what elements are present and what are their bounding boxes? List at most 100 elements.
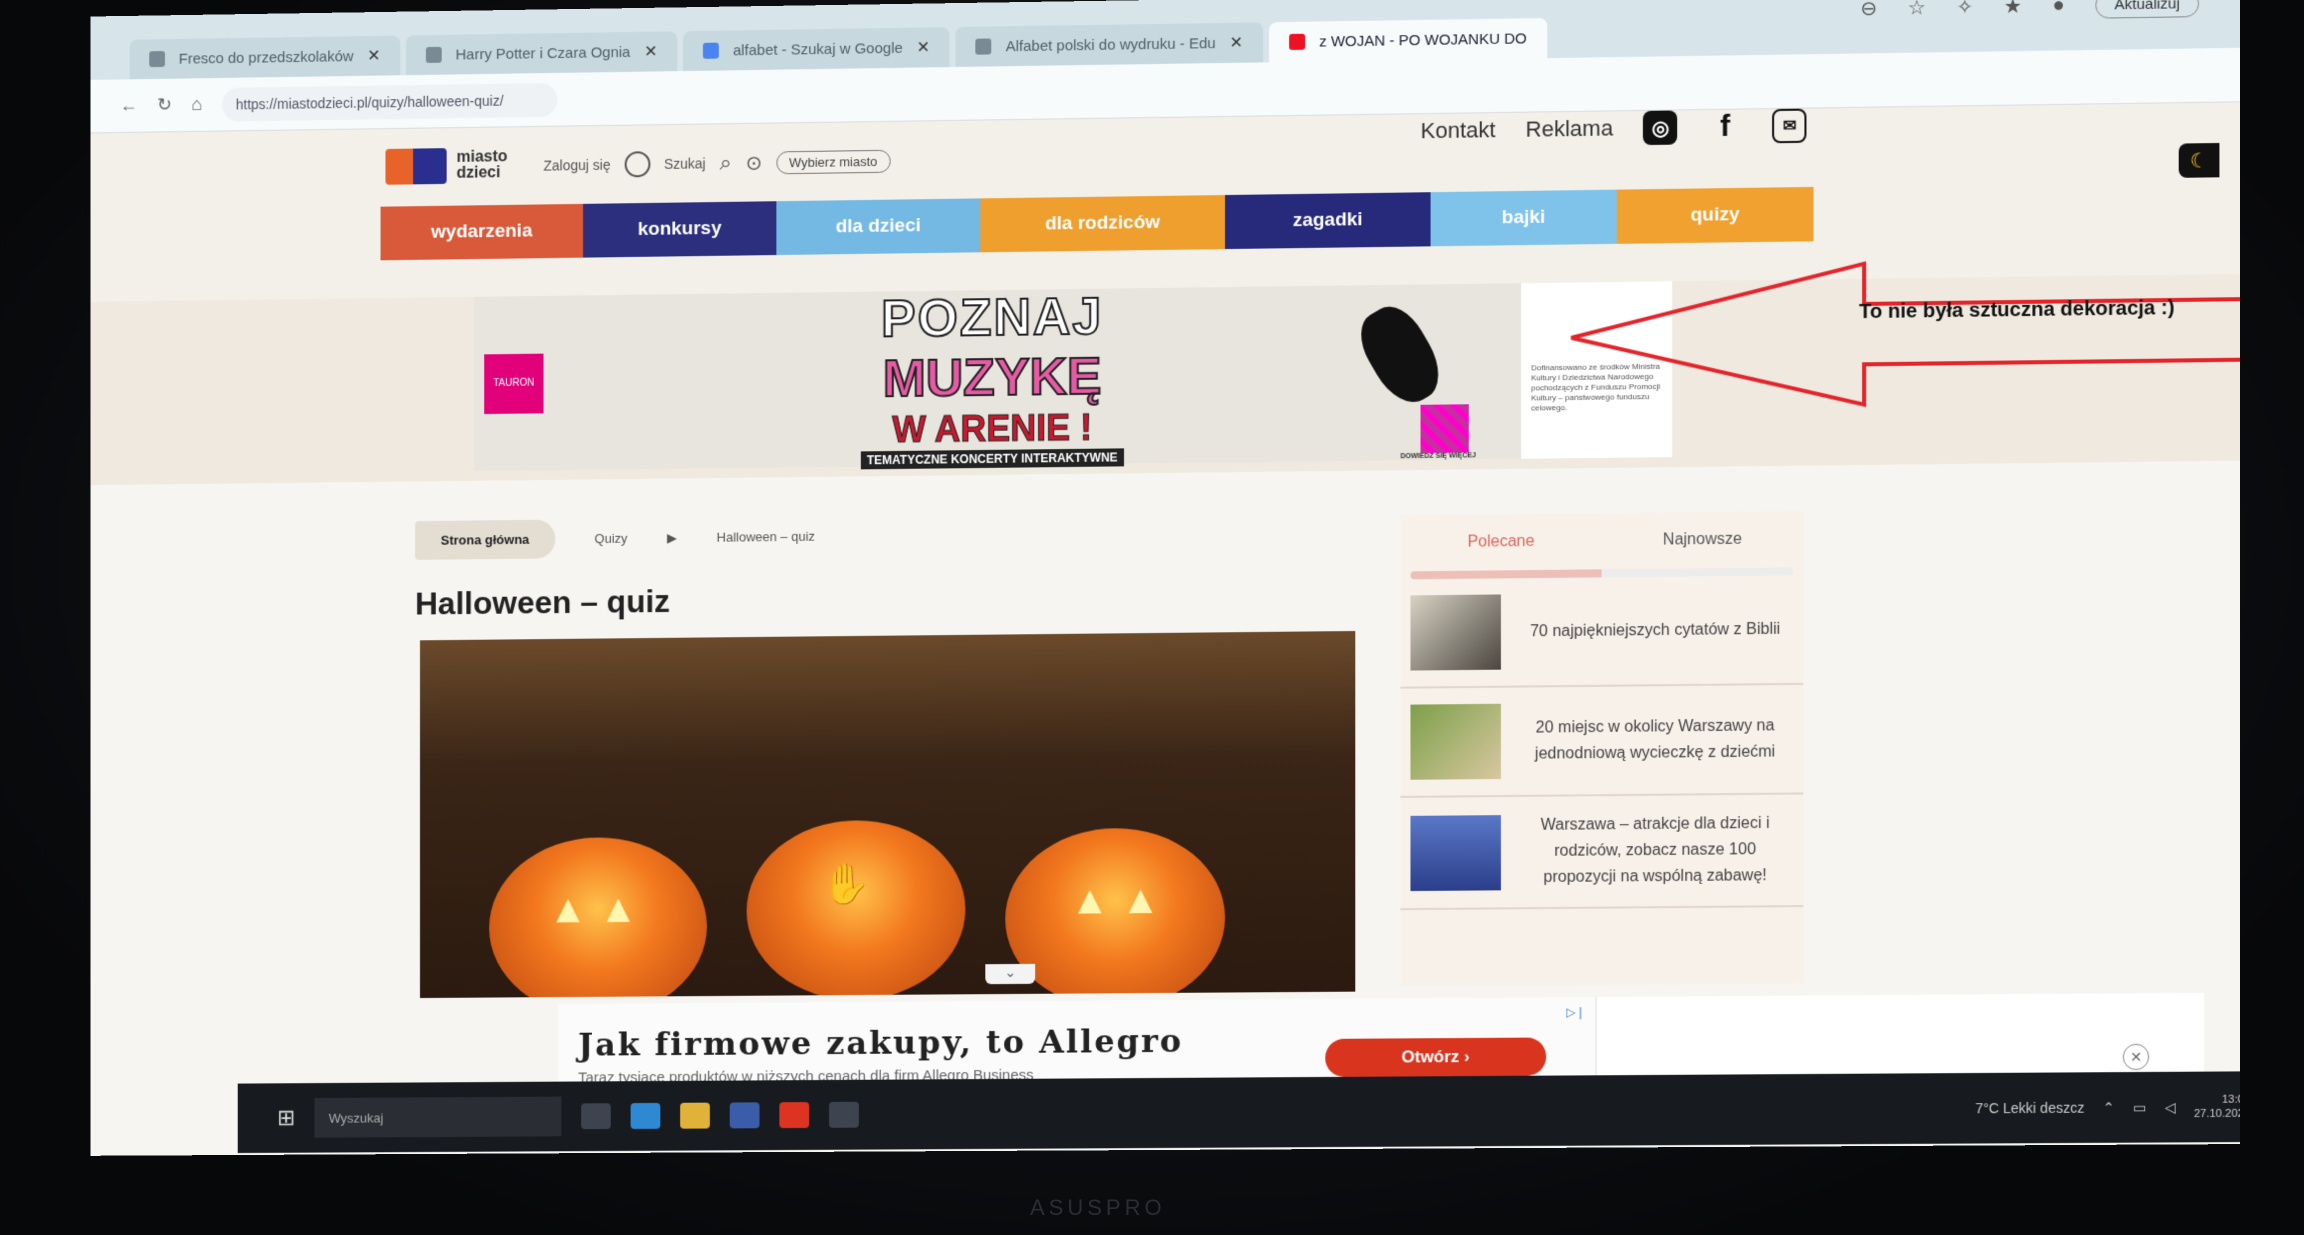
location-pin-icon[interactable]: ⊙ [746,150,763,175]
favorites-icon[interactable]: ★ [2004,0,2022,19]
laptop-brand: ASUSPRO [1030,1195,1166,1221]
pumpkin-image: ▲ ▲ [489,837,707,998]
close-tab-icon[interactable]: ✕ [917,37,930,57]
newsletter-icon[interactable]: ✉ [1773,109,1807,144]
breadcrumb-home[interactable]: Strona główna [415,520,555,560]
laptop-screen: Fresco do przedszkolaków ✕ Harry Potter i… [90,0,2239,1156]
user-icon[interactable] [624,151,650,177]
banner-headline: POZNAJ MUZYKĘ W ARENIE ! TEMATYCZNE KONC… [861,286,1124,469]
banner-line-2: MUZYKĘ [861,346,1124,409]
browser-tab-active[interactable]: z WOJAN - PO WOJANKU DO [1269,18,1547,62]
bookmark-star-icon[interactable]: ☆ [1908,0,1926,21]
update-button[interactable]: Aktualizuj [2095,0,2199,19]
tab-recommended[interactable]: Polecane [1400,532,1601,552]
weather-widget[interactable]: 7°C Lekki deszcz [1975,1100,2084,1117]
choose-city-button[interactable]: Wybierz miasto [776,149,890,174]
tab-newest[interactable]: Najnowsze [1602,530,1804,550]
sidebar-article[interactable]: Warszawa – atrakcje dla dzieci i rodzicó… [1400,794,1803,910]
clock-date: 27.10.2025 [2194,1107,2240,1121]
close-tab-icon[interactable]: ✕ [367,46,380,66]
login-link[interactable]: Zaloguj się [543,157,610,174]
banner-line-3: W ARENIE ! [861,406,1124,451]
sidebar-article[interactable]: 70 najpiękniejszych cytatów z Biblii [1400,575,1803,688]
insect-on-screen [1349,297,1451,414]
ad-open-button[interactable]: Otwórz › [1325,1037,1546,1076]
qr-code [1421,404,1469,453]
search-link[interactable]: Szukaj [664,155,706,172]
search-icon[interactable]: ⌕ [720,150,732,176]
contact-link[interactable]: Kontakt [1421,117,1496,144]
collapse-ad-chevron-icon[interactable]: ⌄ [985,964,1035,984]
windows-taskbar: ⊞ Wyszukaj 7°C Lekki deszcz ⌃ ▭ ◁ 13:04 … [238,1071,2240,1153]
browser-tab[interactable]: Harry Potter i Czara Ognia ✕ [406,31,677,75]
browser-tab[interactable]: alfabet - Szukaj w Google ✕ [683,27,950,71]
ad-info-icon[interactable]: ▷ | [1566,1005,1582,1019]
nav-item-for-parents[interactable]: dla rodziców [980,195,1225,252]
clock[interactable]: 13:04 27.10.2025 [2194,1093,2240,1122]
dark-mode-toggle-icon[interactable]: ☾ [2179,143,2220,178]
tray-chevron-icon[interactable]: ⌃ [2103,1099,2115,1116]
header-top-links: Kontakt Reklama ◎ f ✉ [1421,109,1807,149]
windows-start-icon[interactable]: ⊞ [277,1105,295,1131]
pumpkin-image: ▲ ▲ [1005,827,1225,998]
network-icon[interactable]: ▭ [2133,1099,2146,1116]
tab-label: z WOJAN - PO WOJANKU DO [1319,30,1527,50]
reload-icon[interactable]: ↻ [157,95,172,116]
article-thumbnail [1410,704,1500,780]
annotation-arrow-icon [1561,253,2240,413]
nav-item-contests[interactable]: konkursy [583,201,776,257]
volume-icon[interactable]: ◁ [2165,1099,2176,1116]
breadcrumb: Strona główna Quizy ▶ Halloween – quiz [415,517,815,560]
youtube-app-icon[interactable] [780,1102,810,1128]
browser-tab[interactable]: Alfabet polski do wydruku - Edu ✕ [956,22,1263,67]
nav-item-fairy-tales[interactable]: bajki [1431,190,1617,247]
facebook-icon[interactable]: f [1708,110,1742,145]
banner-line-4: TEMATYCZNE KONCERTY INTERAKTYWNE [861,448,1124,469]
article-title: 70 najpiękniejszych cytatów z Biblii [1517,616,1793,645]
youtube-favicon-icon [1289,34,1305,50]
instagram-icon[interactable]: ◎ [1643,110,1677,145]
pumpkin-image: ✋ [747,820,966,998]
url-field[interactable]: https://miastodzieci.pl/quizy/halloween-… [222,82,557,121]
close-tab-icon[interactable]: ✕ [644,42,657,62]
tab-favicon-icon [976,38,992,54]
site-logo[interactable]: miasto dzieci [385,147,507,185]
nav-item-for-kids[interactable]: dla dzieci [776,198,980,255]
edge-icon[interactable] [631,1103,661,1129]
zoom-icon[interactable]: ⊖ [1860,0,1877,21]
profile-icon[interactable]: ● [2052,0,2064,17]
sponsor-logo: TAURON [484,353,543,413]
main-nav: wydarzenia konkursy dla dzieci dla rodzi… [381,187,1814,260]
back-arrow-icon[interactable]: ← [120,95,138,116]
facebook-app-icon[interactable] [730,1102,760,1128]
ad-button-label: Otwórz [1401,1047,1459,1067]
task-view-icon[interactable] [582,1103,612,1129]
taskbar-search[interactable]: Wyszukaj [315,1097,562,1138]
extensions-icon[interactable]: ✧ [1956,0,1973,20]
sidebar-article[interactable]: 20 miejsc w okolicy Warszawy na jednodni… [1400,685,1803,798]
nav-item-riddles[interactable]: zagadki [1225,192,1431,249]
sidebar-tabs: Polecane Najnowsze [1400,511,1803,572]
home-icon[interactable]: ⌂ [192,94,203,115]
google-favicon-icon [703,43,719,59]
breadcrumb-quizzes[interactable]: Quizy [595,531,628,546]
advertising-link[interactable]: Reklama [1526,115,1613,142]
close-tab-icon[interactable]: ✕ [1230,33,1243,53]
clock-time: 13:04 [2194,1093,2240,1107]
tab-favicon-icon [149,51,165,67]
logo-mark [385,148,446,185]
file-explorer-icon[interactable] [681,1103,711,1129]
hero-image: ▲ ▲ ✋ ▲ ▲ ⌄ [420,631,1355,998]
store-icon[interactable] [829,1102,859,1128]
browser-tab[interactable]: Fresco do przedszkolaków ✕ [130,36,401,80]
article-thumbnail [1410,594,1500,670]
nav-item-quizzes[interactable]: quizy [1617,187,1814,244]
concert-banner[interactable]: TAURON POZNAJ MUZYKĘ W ARENIE ! TEMATYCZ… [474,281,1672,471]
close-icon[interactable]: ✕ [2123,1044,2149,1070]
logo-text: miasto dzieci [457,149,508,182]
nav-item-events[interactable]: wydarzenia [381,204,584,260]
tab-label: Alfabet polski do wydruku - Edu [1006,35,1216,55]
system-tray: 7°C Lekki deszcz ⌃ ▭ ◁ 13:04 27.10.2025 [1975,1093,2240,1123]
breadcrumb-current: Halloween – quiz [717,529,815,545]
page-title: Halloween – quiz [415,583,670,622]
